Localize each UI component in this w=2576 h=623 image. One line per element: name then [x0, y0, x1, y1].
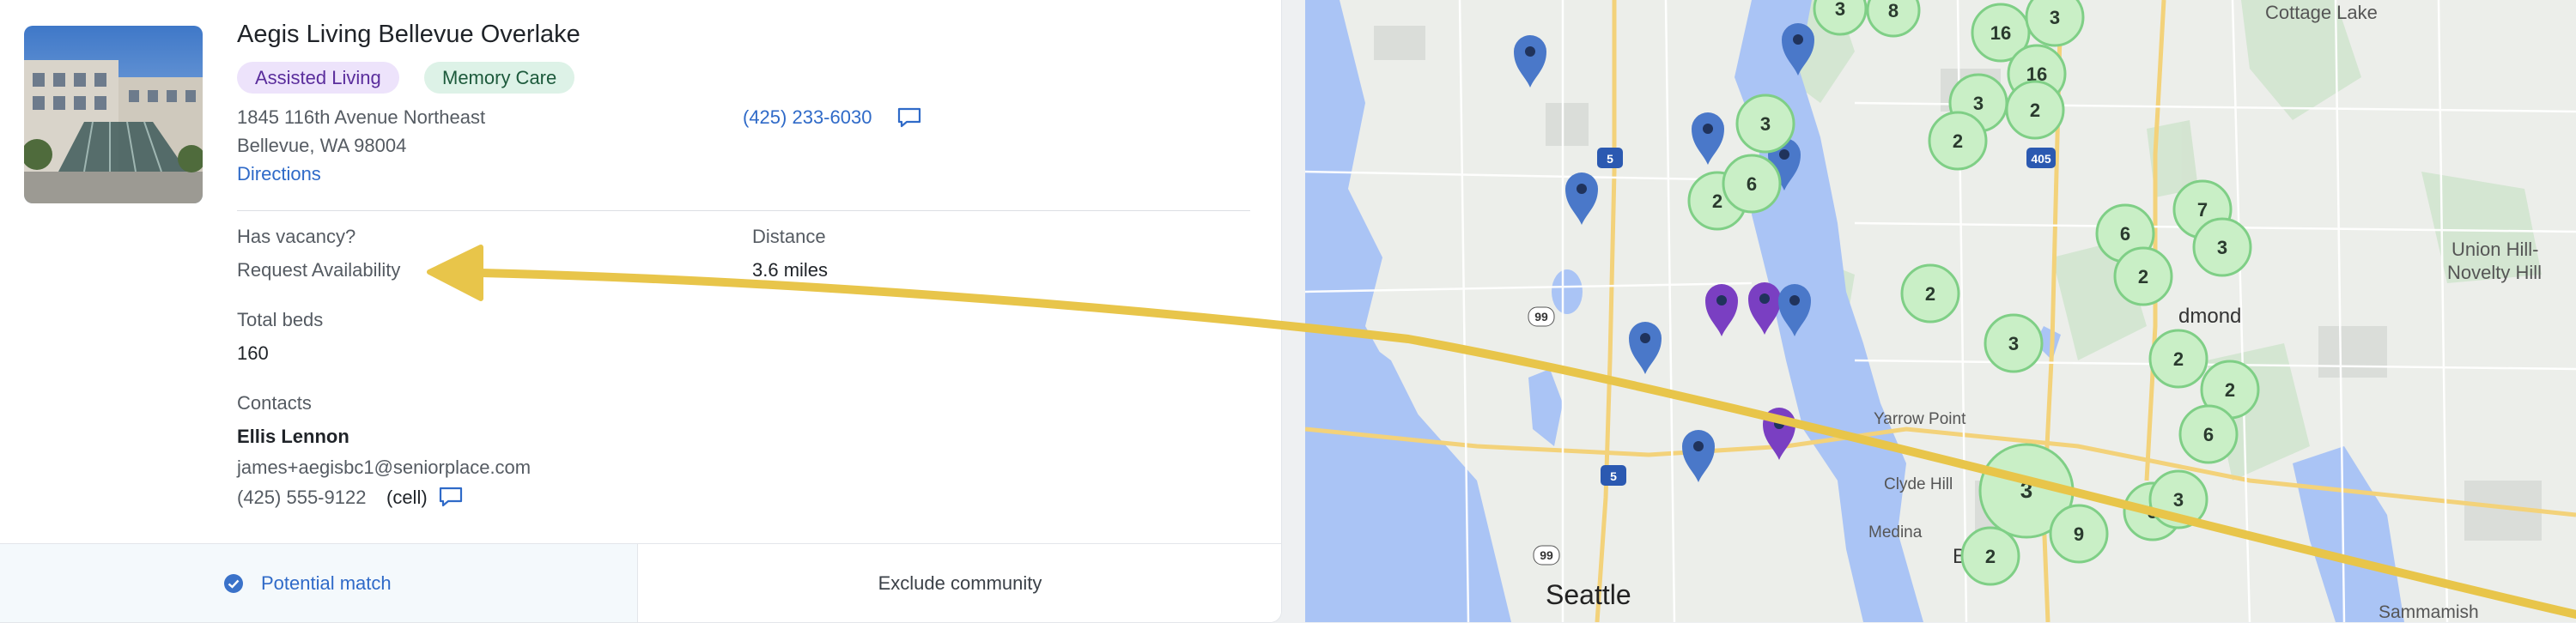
- svg-text:2: 2: [2173, 348, 2184, 370]
- tag-memory-care: Memory Care: [424, 62, 575, 94]
- map-cluster-marker[interactable]: 9: [2049, 504, 2109, 564]
- svg-text:405: 405: [2031, 152, 2051, 166]
- decision-bar: Potential match Exclude community: [0, 543, 1281, 622]
- request-availability-link[interactable]: Request Availability: [237, 259, 400, 281]
- contact-phone-type: (cell): [386, 487, 428, 508]
- svg-text:3: 3: [1760, 113, 1771, 135]
- map-cluster-marker[interactable]: 2: [2005, 80, 2065, 140]
- svg-text:2: 2: [1985, 546, 1996, 567]
- map-cluster-marker[interactable]: 2: [2113, 246, 2173, 306]
- map-cluster-marker[interactable]: 3: [1735, 94, 1795, 154]
- svg-text:7: 7: [2197, 199, 2208, 221]
- svg-text:5: 5: [1610, 469, 1617, 483]
- svg-text:3: 3: [1973, 93, 1984, 114]
- chat-icon[interactable]: [896, 106, 922, 133]
- map-cluster-marker[interactable]: 6: [2178, 404, 2239, 464]
- svg-text:99: 99: [1540, 548, 1553, 562]
- svg-text:6: 6: [1747, 173, 1757, 195]
- vacancy-label: Has vacancy?: [237, 226, 356, 247]
- svg-text:3: 3: [2050, 7, 2060, 28]
- svg-text:8: 8: [1888, 0, 1899, 21]
- potential-match-button[interactable]: Potential match: [0, 544, 637, 622]
- svg-text:6: 6: [2120, 223, 2130, 245]
- total-beds-value: 160: [237, 342, 269, 364]
- svg-text:99: 99: [1534, 310, 1548, 324]
- svg-text:6: 6: [2203, 424, 2214, 445]
- community-photo[interactable]: [24, 26, 203, 203]
- distance-value: 3.6 miles: [752, 259, 829, 281]
- map-panel[interactable]: 5 405 99 5 99 Cottage Lake Union Hill- N…: [1305, 0, 2576, 622]
- map-cluster-marker[interactable]: 3: [2148, 469, 2208, 529]
- total-beds-label: Total beds: [237, 309, 324, 330]
- svg-text:2: 2: [1925, 283, 1935, 305]
- svg-text:3: 3: [1835, 0, 1845, 20]
- place-yarrow-point: Yarrow Point: [1874, 410, 1966, 428]
- svg-text:2: 2: [2225, 379, 2235, 401]
- svg-text:3: 3: [2008, 333, 2019, 354]
- tag-assisted-living: Assisted Living: [237, 62, 399, 94]
- svg-text:2: 2: [2030, 100, 2040, 121]
- contact-phone-link[interactable]: (425) 555-9122: [237, 487, 366, 509]
- place-seattle: Seattle: [1546, 579, 1631, 610]
- highway-shield-99-north: 99: [1528, 306, 1555, 327]
- svg-text:9: 9: [2074, 523, 2084, 545]
- svg-text:2: 2: [1953, 130, 1963, 152]
- address-line-1: 1845 116th Avenue Northeast: [237, 106, 486, 128]
- map-cluster-marker[interactable]: 2: [2148, 329, 2208, 389]
- place-clyde-hill: Clyde Hill: [1884, 475, 1953, 493]
- place-union-hill: Union Hill-: [2451, 239, 2538, 260]
- map-cluster-marker[interactable]: 6: [1722, 154, 1782, 214]
- map-canvas[interactable]: 5 405 99 5 99 Cottage Lake Union Hill- N…: [1305, 0, 2576, 622]
- place-sammamish: Sammamish: [2379, 602, 2479, 622]
- svg-text:3: 3: [2020, 477, 2032, 503]
- contact-name: Ellis Lennon: [237, 426, 349, 447]
- svg-text:2: 2: [2138, 266, 2148, 287]
- address-line-2: Bellevue, WA 98004: [237, 135, 407, 156]
- highway-shield-99-south: 99: [1533, 545, 1560, 566]
- check-circle-icon: [223, 573, 244, 598]
- directions-link[interactable]: Directions: [237, 163, 321, 185]
- svg-text:16: 16: [1990, 22, 2011, 44]
- map-cluster-marker[interactable]: 3: [1984, 313, 2044, 373]
- contact-chat-icon[interactable]: [438, 486, 464, 512]
- contact-email-link[interactable]: james+aegisbc1@seniorplace.com: [237, 457, 531, 479]
- highway-shield-405: 405: [2026, 148, 2056, 168]
- map-cluster-marker[interactable]: 3: [2025, 0, 2085, 47]
- svg-text:3: 3: [2173, 489, 2184, 511]
- distance-label: Distance: [752, 226, 826, 247]
- map-cluster-marker[interactable]: 2: [1928, 111, 1988, 171]
- place-cottage-lake: Cottage Lake: [2265, 2, 2378, 23]
- divider: [237, 210, 1250, 211]
- place-novelty-hill: Novelty Hill: [2447, 262, 2542, 283]
- highway-shield-i5-north: 5: [1597, 148, 1623, 168]
- contacts-label: Contacts: [237, 392, 312, 414]
- place-redmond: dmond: [2178, 305, 2241, 328]
- exclude-community-button[interactable]: Exclude community: [637, 544, 1281, 622]
- potential-match-label: Potential match: [261, 572, 392, 594]
- place-medina: Medina: [1868, 523, 1923, 541]
- community-phone-link[interactable]: (425) 233-6030: [743, 106, 872, 129]
- map-cluster-marker[interactable]: 3: [2192, 217, 2252, 277]
- community-card: Aegis Living Bellevue Overlake Assisted …: [0, 0, 1282, 623]
- map-cluster-marker[interactable]: 2: [1900, 263, 1960, 324]
- svg-text:2: 2: [1712, 191, 1722, 212]
- svg-text:3: 3: [2217, 237, 2227, 258]
- svg-text:5: 5: [1607, 152, 1613, 166]
- highway-shield-i5-south: 5: [1601, 465, 1626, 486]
- map-cluster-marker[interactable]: 2: [1960, 526, 2020, 586]
- community-name: Aegis Living Bellevue Overlake: [237, 21, 580, 48]
- exclude-community-label: Exclude community: [878, 572, 1042, 594]
